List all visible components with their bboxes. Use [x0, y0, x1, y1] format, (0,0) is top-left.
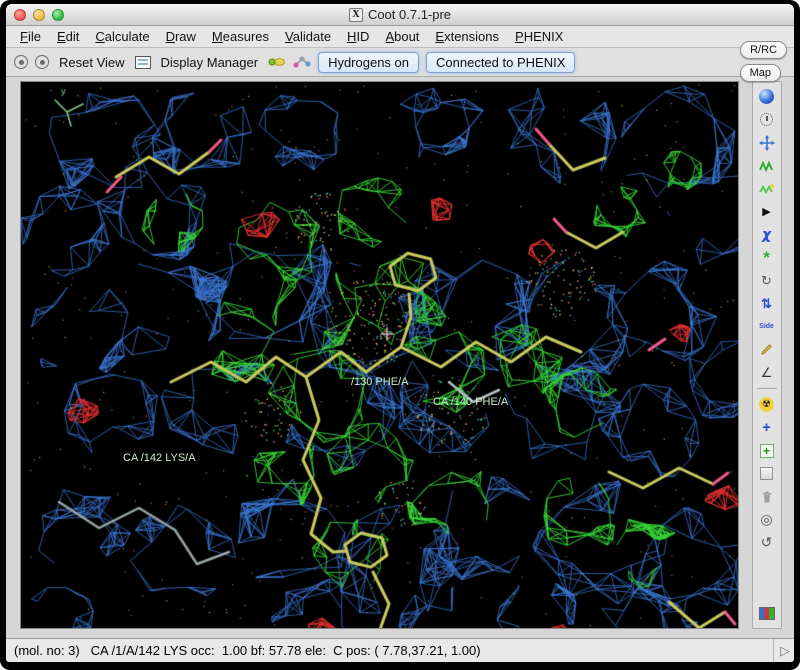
traffic-lights [14, 9, 64, 21]
pointer-cross-icon[interactable]: + [755, 417, 779, 438]
atom-target-icon[interactable]: ◎ [755, 509, 779, 530]
chi-angles-icon[interactable]: χ [755, 224, 779, 245]
menu-extensions[interactable]: Extensions [427, 26, 507, 47]
flip-peptide-icon[interactable]: ⇅ [755, 293, 779, 314]
status-bar: (mol. no: 3) CA /1/A/142 LYS occ: 1.00 b… [6, 638, 794, 662]
menu-about[interactable]: About [377, 26, 427, 47]
go-to-atom-icon[interactable] [293, 55, 311, 69]
side-chain-flip-icon[interactable]: Side [755, 316, 779, 337]
menu-measures[interactable]: Measures [204, 26, 277, 47]
rrc-button[interactable]: R/RC [740, 41, 787, 59]
pencil-icon[interactable] [755, 339, 779, 360]
display-flag-icon[interactable] [755, 603, 779, 624]
resize-play-icon[interactable]: ▷ [780, 643, 790, 659]
menu-edit[interactable]: Edit [49, 26, 87, 47]
trash-icon[interactable] [755, 486, 779, 507]
menu-calculate[interactable]: Calculate [87, 26, 157, 47]
modelling-toolbar: ▶ χ * ↻ ⇅ Side ∠ ☢ + + [752, 81, 782, 629]
x11-icon: X [349, 8, 363, 22]
coot-window: X Coot 0.7.1-pre File Edit Calculate Dra… [0, 0, 800, 670]
toolbar-separator [757, 388, 777, 389]
zoom-icon[interactable] [52, 9, 64, 21]
window-title: X Coot 0.7.1-pre [349, 7, 451, 22]
menu-file[interactable]: File [12, 26, 49, 47]
close-icon[interactable] [14, 9, 26, 21]
window-title-text: Coot 0.7.1-pre [368, 7, 451, 22]
angle-icon[interactable]: ∠ [755, 362, 779, 383]
minimize-icon[interactable] [33, 9, 45, 21]
viewport-container: /130 PHE/A CA /140 PHE/A CA /142 LYS/A [20, 81, 739, 629]
bullseye-icon-1[interactable] [14, 55, 28, 69]
menu-validate[interactable]: Validate [277, 26, 339, 47]
history-clock-icon[interactable] [755, 109, 779, 130]
menu-bar: File Edit Calculate Draw Measures Valida… [6, 26, 794, 48]
hazard-icon[interactable]: ☢ [755, 394, 779, 415]
window-frame: X Coot 0.7.1-pre File Edit Calculate Dra… [6, 4, 794, 662]
map-button[interactable]: Map [740, 64, 781, 82]
undo-circle-icon[interactable]: ↺ [755, 532, 779, 553]
torsion-rotate-icon[interactable]: ↻ [755, 270, 779, 291]
translate-arrows-icon[interactable] [755, 132, 779, 153]
go-to-ligand-icon[interactable] [268, 55, 286, 69]
menu-draw[interactable]: Draw [158, 26, 204, 47]
display-manager-button[interactable]: Display Manager [158, 53, 262, 72]
refine-zigzag-icon[interactable] [755, 155, 779, 176]
regularize-zigzag-icon[interactable] [755, 178, 779, 199]
status-text: (mol. no: 3) CA /1/A/142 LYS occ: 1.00 b… [14, 643, 773, 658]
menu-hid[interactable]: HID [339, 26, 377, 47]
display-manager-icon[interactable] [135, 56, 151, 69]
rotamer-asterisk-icon[interactable]: * [755, 247, 779, 268]
phenix-connected-button[interactable]: Connected to PHENIX [426, 52, 575, 73]
bullseye-icon-2[interactable] [35, 55, 49, 69]
menu-phenix[interactable]: PHENIX [507, 26, 571, 47]
status-right: ▷ [773, 639, 790, 662]
hydrogens-toggle-button[interactable]: Hydrogens on [318, 52, 419, 73]
titlebar[interactable]: X Coot 0.7.1-pre [6, 4, 794, 26]
reset-view-button[interactable]: Reset View [56, 53, 128, 72]
3d-viewport[interactable] [21, 82, 738, 628]
main-toolbar: Reset View Display Manager Hydrogens on … [6, 48, 794, 77]
add-residue-plus-icon[interactable]: + [755, 440, 779, 461]
play-icon[interactable]: ▶ [755, 201, 779, 222]
right-column: ▶ χ * ↻ ⇅ Side ∠ ☢ + + [739, 77, 794, 638]
alt-conf-box-icon[interactable] [755, 463, 779, 484]
model-sphere-icon[interactable] [755, 86, 779, 107]
main-area: /130 PHE/A CA /140 PHE/A CA /142 LYS/A [6, 77, 794, 638]
